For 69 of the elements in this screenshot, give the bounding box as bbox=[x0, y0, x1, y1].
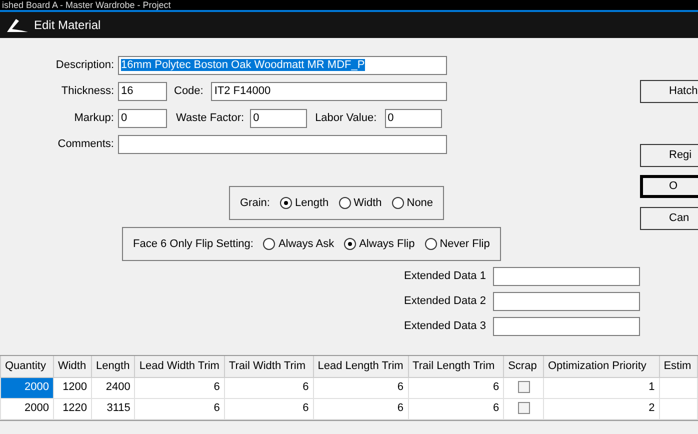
app-logo-icon bbox=[6, 18, 28, 32]
thickness-field[interactable]: 16 bbox=[118, 82, 167, 101]
table-cell: 6 bbox=[408, 377, 504, 398]
table-cell: 6 bbox=[408, 398, 504, 419]
field-label: Comments: bbox=[56, 137, 115, 152]
radio-button-icon[interactable] bbox=[344, 238, 356, 250]
table-cell: 2000 bbox=[0, 398, 54, 419]
radio-button-icon[interactable] bbox=[280, 197, 292, 209]
group-label: Grain: bbox=[240, 196, 270, 211]
code-field[interactable]: IT2 F14000 bbox=[211, 82, 448, 101]
table-cell: 6 bbox=[313, 398, 408, 419]
column-header[interactable]: Optimization Priority bbox=[543, 356, 660, 377]
dialog-button[interactable]: Hatch bbox=[640, 80, 698, 103]
table-cell: 6 bbox=[313, 377, 408, 398]
column-header[interactable]: Quantity bbox=[0, 356, 54, 377]
radio-button-icon[interactable] bbox=[392, 197, 404, 209]
table-cell: 1 bbox=[543, 377, 660, 398]
dialog-button[interactable]: Can bbox=[640, 207, 698, 230]
column-header[interactable]: Estim bbox=[659, 356, 698, 377]
table-cell: 2 bbox=[543, 398, 660, 419]
column-header[interactable]: Trail Width Trim bbox=[224, 356, 314, 377]
radio-button-icon[interactable] bbox=[263, 238, 276, 250]
radio-option[interactable]: Always Ask bbox=[263, 236, 334, 252]
field-label: Code: bbox=[174, 84, 204, 100]
markup-field[interactable]: 0 bbox=[118, 109, 167, 128]
field-label: Extended Data 1 bbox=[404, 269, 486, 284]
table-cell: 6 bbox=[224, 377, 314, 398]
table-cell: 2400 bbox=[92, 377, 135, 398]
field-label: Labor Value: bbox=[315, 111, 377, 126]
labor-value-field[interactable]: 0 bbox=[384, 109, 442, 128]
description-field[interactable]: 16mm Polytec Boston Oak Woodmatt MR MDF_P bbox=[118, 56, 447, 75]
field-label: Thickness: bbox=[60, 84, 115, 100]
table-cell: 6 bbox=[134, 377, 224, 398]
column-header[interactable]: Width bbox=[53, 356, 92, 377]
radio-option[interactable]: None bbox=[392, 194, 434, 212]
comments-field[interactable] bbox=[118, 135, 447, 154]
scrap-checkbox[interactable] bbox=[518, 402, 530, 414]
field-label: Waste Factor: bbox=[176, 111, 244, 126]
field-label: Markup: bbox=[73, 111, 115, 126]
column-header[interactable]: Lead Width Trim bbox=[134, 356, 224, 377]
scrap-checkbox[interactable] bbox=[518, 381, 530, 394]
extended-data-field[interactable] bbox=[492, 267, 640, 286]
radio-option[interactable]: Never Flip bbox=[424, 236, 490, 252]
field-label: Description: bbox=[54, 58, 115, 74]
radio-option[interactable]: Length bbox=[280, 194, 329, 212]
table-cell: 6 bbox=[134, 398, 224, 419]
extended-data-field[interactable] bbox=[492, 317, 640, 336]
group-label: Face 6 Only Flip Setting: bbox=[133, 236, 254, 252]
dialog-button[interactable]: Regi bbox=[640, 144, 698, 167]
column-header[interactable]: Trail Length Trim bbox=[408, 356, 504, 377]
radio-button-icon[interactable] bbox=[338, 197, 351, 209]
table-cell: 2000 bbox=[0, 377, 54, 398]
extended-data-field[interactable] bbox=[492, 292, 640, 311]
column-header[interactable]: Scrap bbox=[504, 356, 544, 377]
waste-factor-field[interactable]: 0 bbox=[250, 109, 308, 128]
radio-option[interactable]: Width bbox=[338, 194, 382, 212]
dialog-button[interactable]: O bbox=[640, 175, 698, 198]
table-cell: 6 bbox=[224, 398, 314, 419]
column-header[interactable]: Length bbox=[92, 356, 135, 377]
table-cell: 1200 bbox=[53, 377, 92, 398]
window-title: Edit Material bbox=[34, 17, 101, 34]
radio-button-icon[interactable] bbox=[424, 238, 437, 250]
background-window-title: ished Board A - Master Wardrobe - Project bbox=[0, 0, 698, 10]
table-cell: 3115 bbox=[92, 398, 135, 419]
radio-option[interactable]: Always Flip bbox=[344, 236, 415, 252]
column-header[interactable]: Lead Length Trim bbox=[313, 356, 408, 377]
field-label: Extended Data 3 bbox=[404, 319, 486, 334]
field-label: Extended Data 2 bbox=[404, 294, 486, 310]
table-cell: 1220 bbox=[53, 398, 92, 419]
